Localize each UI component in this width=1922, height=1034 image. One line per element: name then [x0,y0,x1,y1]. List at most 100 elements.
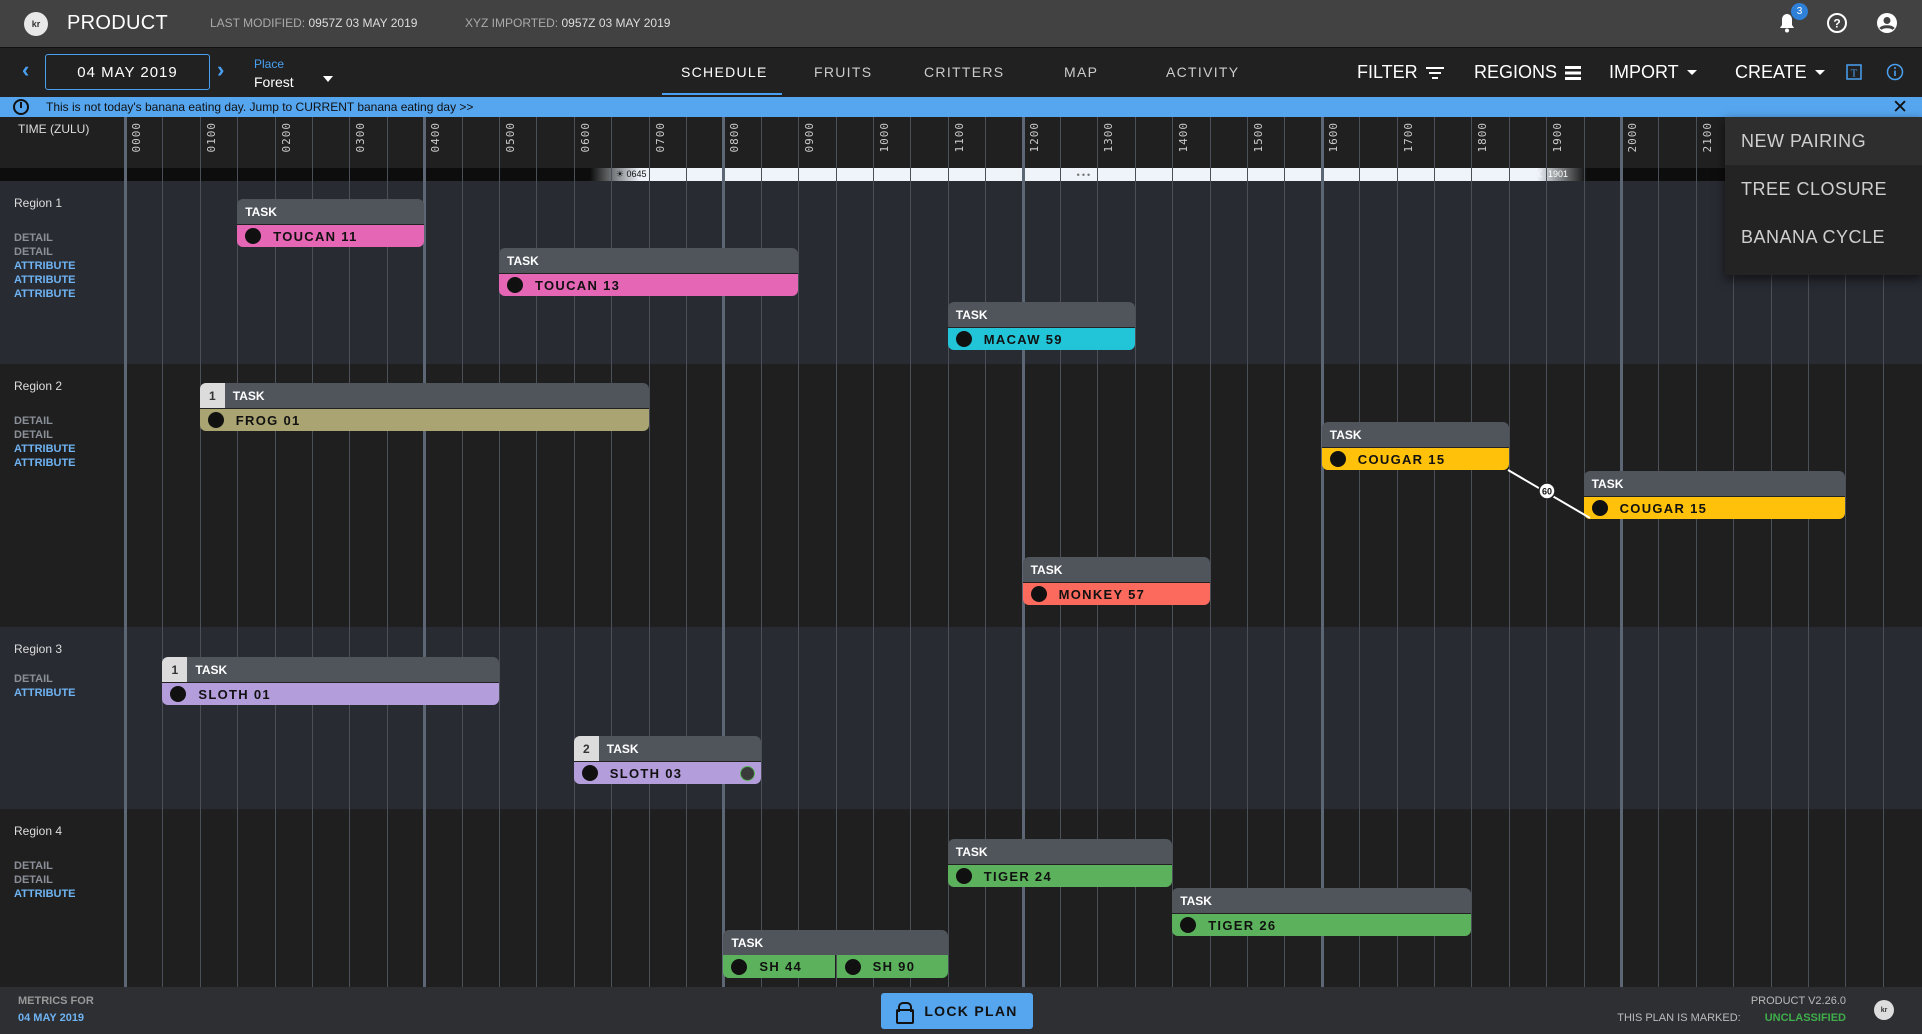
region-attribute: ATTRIBUTE [14,457,76,469]
task-card[interactable]: TASK TOUCAN 11 [237,199,425,247]
tab-fruits[interactable]: FRUITS [814,64,872,80]
sunset-marker: ☾ 1901 [1537,169,1569,179]
time-gridline [873,117,874,987]
region-detail: DETAIL [14,673,53,685]
timeline-header: TIME (ZULU) 0000 0100 0200 0300 0400 0500 0600… [0,117,1922,168]
account-icon [1877,13,1897,33]
task-body: COUGAR 15 [1583,496,1846,519]
task-header: 1 TASK [199,383,649,408]
time-gridline [162,117,164,987]
region-detail: DETAIL [14,874,53,886]
task-body: TOUCAN 13 [499,273,799,296]
tab-map[interactable]: MAP [1064,64,1098,80]
last-modified-label: LAST MODIFIED: [210,16,306,30]
hour-tick-label: 0800 [728,122,742,153]
task-name: FROG 01 [235,412,301,428]
task-card[interactable]: TASK MACAW 59 [947,302,1135,350]
more-dots-icon[interactable]: ••• [1077,170,1092,180]
task-body: MACAW 59 [947,327,1135,350]
task-body: FROG 01 [199,408,649,431]
jump-to-current-link[interactable]: This is not today's banana eating day. J… [46,100,473,114]
hour-tick-label: 2100 [1700,122,1714,153]
menu-item-tree-closure[interactable]: TREE CLOSURE [1725,165,1922,213]
last-modified: LAST MODIFIED: 0957Z 03 MAY 2019 [210,16,417,30]
time-gridline [1546,117,1548,987]
task-card[interactable]: TASK COUGAR 15 [1321,422,1509,470]
hour-tick-label: 1000 [878,122,891,153]
region-attribute: ATTRIBUTE [14,888,76,900]
task-card[interactable]: TASK MONKEY 57 [1022,557,1210,605]
time-gridline [1471,117,1473,987]
task-header-label: TASK [195,662,228,677]
next-day-button[interactable]: › [217,57,224,83]
hour-tick-label: 1200 [1027,122,1041,153]
metrics-date[interactable]: 04 MAY 2019 [18,1012,84,1024]
active-tab-indicator [662,93,782,95]
tab-schedule[interactable]: SCHEDULE [681,64,768,80]
task-header: 1 TASK [162,657,499,682]
task-header-label: TASK [245,204,277,219]
task-sequence: 2 [573,736,599,761]
text-mode-button[interactable]: T [1846,64,1862,85]
time-gridline [1247,117,1248,987]
close-icon[interactable]: ✕ [1892,96,1908,119]
menu-item-new-pairing[interactable]: NEW PAIRING [1725,117,1922,165]
toucan-icon [245,228,262,244]
date-selector[interactable]: 04 MAY 2019 [45,54,210,90]
hour-tick-label: 0900 [803,122,817,153]
filter-button[interactable]: FILTER [1357,62,1444,83]
chevron-down-icon [1686,70,1697,75]
place-select[interactable]: Forest [254,74,294,90]
task-name: SH 44 [759,959,803,974]
time-gridline [1172,117,1174,987]
tab-activity[interactable]: ACTIVITY [1166,64,1239,80]
task-segment[interactable]: SH 90 [836,955,948,978]
task-segment[interactable]: SH 44 [723,955,835,978]
create-button[interactable]: CREATE [1735,62,1825,83]
task-name: TOUCAN 13 [535,277,621,293]
task-card[interactable]: TASK COUGAR 15 [1583,471,1846,519]
time-gridline [1695,117,1697,987]
task-card[interactable]: TASK TOUCAN 13 [499,248,799,296]
help-icon: ? [1827,13,1847,33]
xyz-imported: XYZ IMPORTED: 0957Z 03 MAY 2019 [465,16,670,30]
prev-day-button[interactable]: ‹ [22,57,29,83]
product-logo-icon: kr [24,12,48,36]
lock-plan-label: LOCK PLAN [924,1003,1018,1019]
region-name: Region 1 [14,196,63,210]
task-card[interactable]: 2 TASK SLOTH 03 [573,736,761,784]
tab-critters[interactable]: CRITTERS [924,64,1004,80]
task-name: TIGER 26 [1208,917,1277,933]
hour-tick-label: 2000 [1626,122,1639,153]
task-header-label: TASK [232,388,265,403]
time-axis-label: TIME (ZULU) [18,122,90,136]
last-modified-value: 0957Z 03 MAY 2019 [308,16,418,30]
sunrise-marker: ☀ 0645 [615,169,647,179]
task-header-label: TASK [507,253,539,268]
task-header-label: TASK [606,741,639,756]
task-card[interactable]: TASK TIGER 26 [1172,888,1472,936]
frog-icon [207,412,224,428]
task-name: TOUCAN 11 [273,228,358,244]
task-header-label: TASK [1180,893,1212,908]
task-card[interactable]: TASK TIGER 24 [947,839,1173,887]
time-gridline [124,117,127,987]
sunset-time: 1901 [1548,169,1569,179]
time-gridline [312,117,313,987]
task-card[interactable]: 1 TASK FROG 01 [199,383,649,431]
lock-plan-button[interactable]: LOCK PLAN [881,993,1033,1029]
notifications-button[interactable]: 3 [1774,3,1808,36]
regions-button[interactable]: REGIONS [1474,62,1582,83]
import-button[interactable]: IMPORT [1609,62,1697,83]
task-card[interactable]: 1 TASK SLOTH 01 [162,657,499,705]
hour-tick-label: 1100 [952,122,966,153]
task-card[interactable]: TASK SH 44 SH 90 [723,930,948,978]
region-attribute: ATTRIBUTE [14,260,76,272]
menu-item-banana-cycle[interactable]: BANANA CYCLE [1725,213,1922,261]
place-dropdown-icon[interactable] [323,76,333,82]
time-gridline [349,117,351,987]
info-button[interactable] [1886,63,1904,86]
notification-badge: 3 [1791,3,1808,20]
help-button[interactable]: ? [1824,10,1850,36]
account-button[interactable] [1874,10,1900,36]
